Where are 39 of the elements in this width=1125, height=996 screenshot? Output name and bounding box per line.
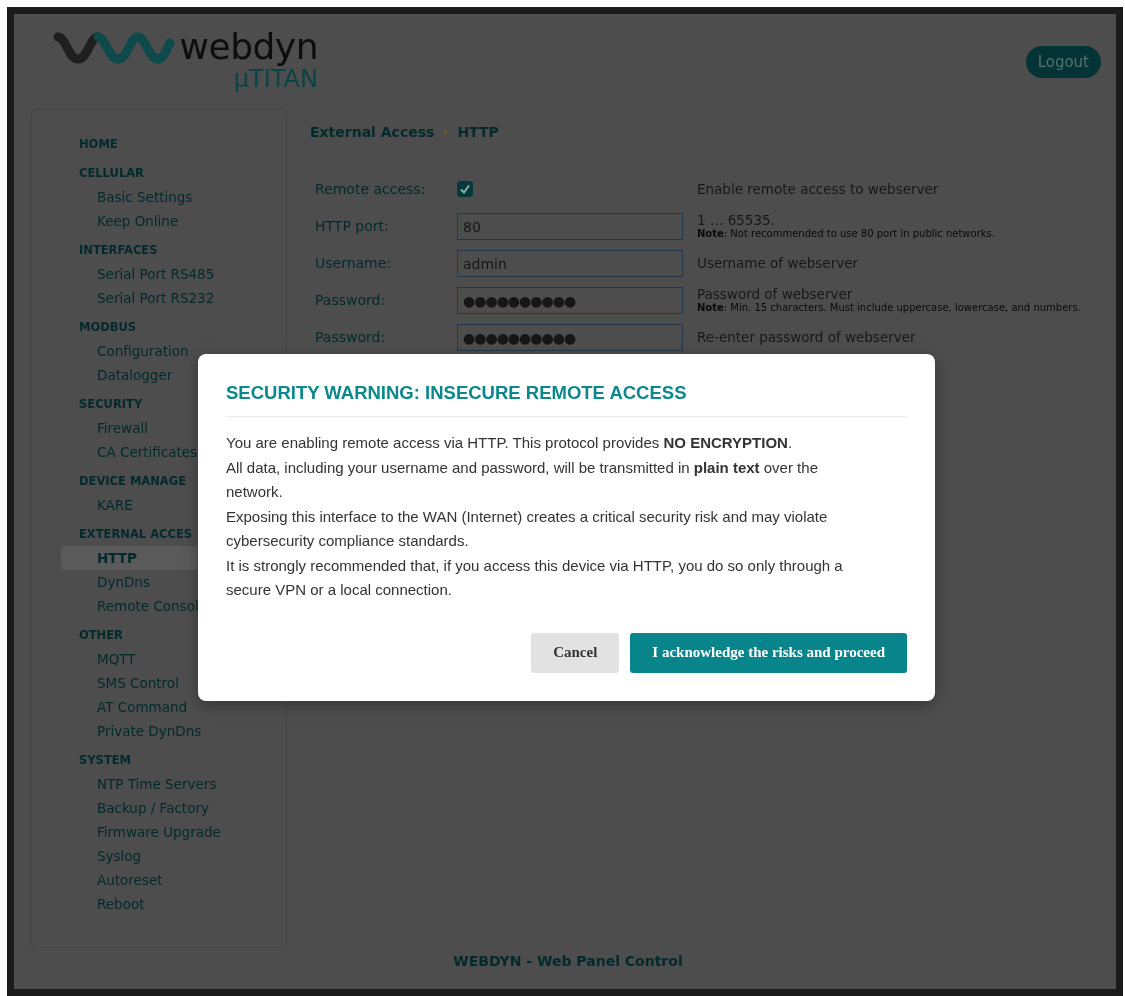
nav-item[interactable]: Keep Online — [61, 209, 270, 233]
nav-section-heading[interactable]: INTERFACES — [61, 238, 286, 262]
checkbox[interactable] — [457, 181, 473, 197]
nav-item[interactable]: Configuration — [61, 339, 270, 363]
field-label: Remote access: — [315, 180, 427, 199]
field-label: Password: — [315, 328, 387, 347]
chevron-icon — [443, 128, 449, 136]
nav-item[interactable]: Serial Port RS232 — [61, 286, 270, 310]
nav-item[interactable]: NTP Time Servers — [61, 772, 270, 796]
nav-section-heading[interactable]: CELLULAR — [61, 161, 286, 185]
logout-button[interactable]: Logout — [1025, 46, 1101, 78]
field-label: Username: — [315, 254, 393, 273]
proceed-button[interactable]: I acknowledge the risks and proceed — [630, 632, 907, 673]
nav-item[interactable]: Reboot — [61, 892, 270, 916]
breadcrumb-item: HTTP — [457, 124, 499, 140]
breadcrumb-item[interactable]: External Access — [310, 124, 435, 140]
nav-item[interactable]: AT Command — [61, 695, 270, 719]
nav-item[interactable]: Firmware Upgrade — [61, 820, 270, 844]
input-field[interactable]: ●●●●●●●●●● — [457, 287, 683, 314]
dialog-title: SECURITY WARNING: INSECURE REMOTE ACCESS — [226, 382, 907, 417]
field-note: Note: Min. 15 characters. Must include uppercase, lowercase, and numbers. — [697, 302, 1082, 314]
nav-item[interactable]: Basic Settings — [61, 185, 270, 209]
nav-item[interactable]: Autoreset — [61, 868, 270, 892]
nav-item[interactable]: Syslog — [61, 844, 270, 868]
nav-item[interactable]: Backup / Factory — [61, 796, 270, 820]
check-icon — [459, 183, 471, 195]
nav-item[interactable]: Serial Port RS485 — [61, 262, 270, 286]
footer-text: WEBDYN - Web Panel Control — [453, 953, 683, 969]
nav-section-heading[interactable]: MODBUS — [61, 315, 286, 339]
nav-section-heading[interactable]: SYSTEM — [61, 748, 286, 772]
field-note: Note: Not recommended to use 80 port in public networks. — [697, 228, 996, 240]
field-label: HTTP port: — [315, 217, 390, 236]
field-label: Password: — [315, 291, 387, 310]
dialog-paragraph: All data, including your username and password, will be transmitted in plain text over the network. — [226, 457, 819, 502]
cancel-button[interactable]: Cancel — [531, 632, 620, 673]
dialog-paragraph: You are enabling remote access via HTTP. This protocol provides NO ENCRYPTION. — [226, 433, 794, 453]
nav-section-heading[interactable]: HOME — [61, 132, 286, 156]
nav-item[interactable]: Private DynDns — [61, 719, 270, 743]
input-field[interactable]: ●●●●●●●●●● — [457, 324, 683, 351]
